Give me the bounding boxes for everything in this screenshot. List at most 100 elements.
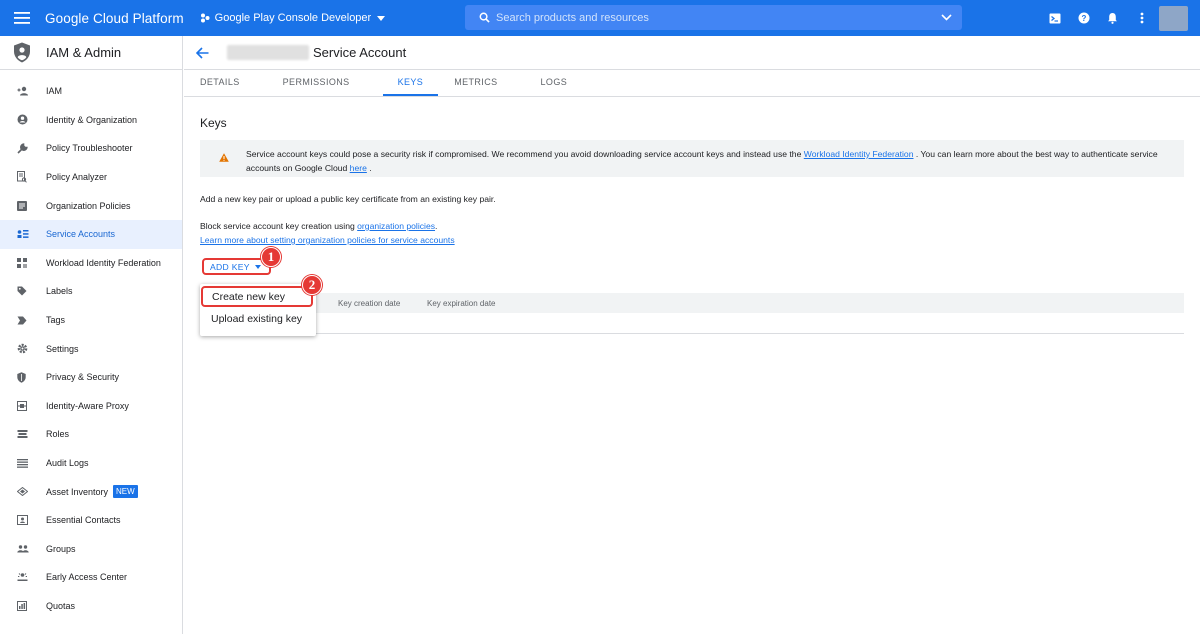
organization-policies-link[interactable]: organization policies (357, 221, 435, 231)
contact-card-icon (0, 515, 46, 526)
top-actions: ? (1040, 0, 1156, 36)
sidebar-item-label: Roles (46, 429, 70, 440)
create-new-key-menu-item[interactable]: Create new key (201, 286, 313, 307)
roles-icon (0, 429, 46, 439)
back-arrow-icon[interactable] (196, 46, 209, 59)
sidebar: IAM & Admin IAM Identity & Organization … (0, 36, 183, 634)
svg-text:?: ? (1081, 14, 1086, 23)
sidebar-item-label: Service Accounts (46, 229, 116, 240)
search-icon (479, 12, 490, 23)
tab-keys[interactable]: KEYS (382, 70, 439, 96)
search-box[interactable] (465, 5, 962, 30)
tab-bar: DETAILS PERMISSIONS KEYS METRICS LOGS (184, 70, 1200, 97)
more-vert-icon[interactable] (1127, 12, 1156, 24)
add-key-dropdown-menu: Create new key Upload existing key (200, 284, 316, 336)
sidebar-item-label: Essential Contacts (46, 515, 121, 526)
add-key-button[interactable]: ADD KEY (202, 258, 271, 275)
proxy-icon (0, 400, 46, 411)
sidebar-item-label: Settings (46, 343, 79, 354)
col-key-expiration-date: Key expiration date (427, 299, 496, 308)
sidebar-item-identity-aware-proxy[interactable]: Identity-Aware Proxy (0, 392, 182, 421)
shield-icon (0, 372, 46, 383)
workload-identity-link[interactable]: Workload Identity Federation (804, 149, 914, 159)
sidebar-item-asset-inventory[interactable]: Asset Inventory NEW (0, 477, 182, 506)
brand-title[interactable]: Google Cloud Platform (45, 11, 184, 26)
sidebar-item-iam[interactable]: IAM (0, 77, 182, 106)
sidebar-item-label: Quotas (46, 600, 76, 611)
avatar[interactable] (1159, 6, 1188, 31)
redacted-account-name (227, 45, 309, 60)
sidebar-item-labels[interactable]: Labels (0, 277, 182, 306)
learn-more-link[interactable]: Learn more about setting organization po… (200, 235, 455, 245)
sidebar-item-identity-organization[interactable]: Identity & Organization (0, 106, 182, 135)
warning-text-part: . (366, 163, 372, 173)
new-badge: NEW (113, 485, 138, 499)
tab-details[interactable]: DETAILS (190, 70, 250, 96)
tab-metrics[interactable]: METRICS (444, 70, 507, 96)
keys-table-header: Key creation date Key expiration date (200, 293, 1184, 313)
sidebar-item-policy-troubleshooter[interactable]: Policy Troubleshooter (0, 134, 182, 163)
grid-icon (0, 257, 46, 268)
keys-section: Keys Service account keys could pose a s… (184, 116, 1200, 247)
account-circle-icon (0, 114, 46, 125)
help-icon[interactable]: ? (1069, 12, 1098, 24)
top-app-bar: Google Cloud Platform Google Play Consol… (0, 0, 1200, 36)
doc-search-icon (0, 171, 46, 183)
project-selector[interactable]: Google Play Console Developer (200, 12, 391, 24)
tab-permissions[interactable]: PERMISSIONS (273, 70, 360, 96)
sidebar-item-workload-identity-federation[interactable]: Workload Identity Federation (0, 249, 182, 278)
person-add-icon (0, 86, 46, 96)
sidebar-item-roles[interactable]: Roles (0, 420, 182, 449)
sidebar-item-essential-contacts[interactable]: Essential Contacts (0, 506, 182, 535)
sidebar-item-quotas[interactable]: Quotas (0, 592, 182, 621)
caret-down-icon (254, 264, 261, 269)
sidebar-item-label: Organization Policies (46, 200, 131, 211)
sidebar-item-groups[interactable]: Groups (0, 535, 182, 564)
quota-icon (0, 600, 46, 611)
tab-logs[interactable]: LOGS (531, 70, 578, 96)
sidebar-item-privacy-security[interactable]: Privacy & Security (0, 363, 182, 392)
terminal-icon[interactable] (1040, 13, 1069, 24)
sidebar-item-label: Groups (46, 543, 76, 554)
tag-arrow-icon (0, 316, 46, 325)
sidebar-item-service-accounts[interactable]: Service Accounts (0, 219, 182, 249)
sidebar-nav: IAM Identity & Organization Policy Troub… (0, 70, 182, 620)
sidebar-item-early-access-center[interactable]: Early Access Center (0, 563, 182, 592)
warning-text-part: Service account keys could pose a securi… (246, 149, 804, 159)
block-text: Block service account key creation using (200, 221, 358, 231)
main-content: Service Account DETAILS PERMISSIONS KEYS… (184, 36, 1200, 634)
table-divider (200, 333, 1184, 334)
sidebar-item-label: Asset Inventory (46, 486, 109, 497)
sidebar-item-label: IAM (46, 86, 63, 97)
sidebar-item-label: Early Access Center (46, 572, 128, 583)
block-end: . (435, 221, 438, 231)
sidebar-item-audit-logs[interactable]: Audit Logs (0, 449, 182, 478)
chevron-down-icon[interactable] (941, 14, 952, 21)
wrench-icon (0, 143, 46, 154)
sidebar-item-policy-analyzer[interactable]: Policy Analyzer (0, 163, 182, 192)
page-title: Service Account (313, 45, 407, 60)
sidebar-item-tags[interactable]: Tags (0, 306, 182, 335)
hamburger-menu-icon[interactable] (0, 0, 44, 36)
iam-shield-icon (13, 42, 33, 63)
gear-icon (0, 343, 46, 354)
sidebar-item-settings[interactable]: Settings (0, 334, 182, 363)
add-key-label: ADD KEY (210, 261, 250, 272)
here-link[interactable]: here (350, 163, 367, 173)
diamond-icon (0, 487, 46, 497)
step-marker-1: 1 (261, 247, 281, 267)
step-marker-2: 2 (302, 275, 322, 295)
upload-existing-key-menu-item[interactable]: Upload existing key (200, 308, 316, 330)
service-account-icon (0, 229, 46, 239)
col-key-creation-date: Key creation date (338, 299, 401, 308)
sidebar-item-label: Audit Logs (46, 458, 89, 469)
sidebar-item-organization-policies[interactable]: Organization Policies (0, 191, 182, 220)
bell-icon[interactable] (1098, 12, 1127, 24)
label-icon (0, 286, 46, 296)
caret-down-icon (377, 15, 386, 21)
lines-icon (0, 458, 46, 468)
sidebar-item-label: Workload Identity Federation (46, 257, 161, 268)
search-input[interactable] (496, 11, 941, 24)
section-title: Keys (200, 116, 227, 130)
sidebar-item-label: Privacy & Security (46, 372, 120, 383)
